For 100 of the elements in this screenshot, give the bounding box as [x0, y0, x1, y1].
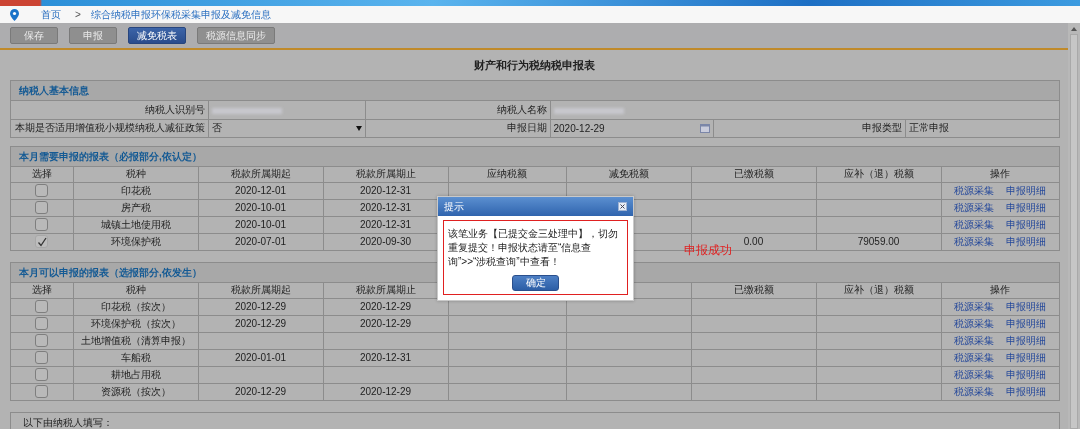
table-link[interactable]: 申报明细 — [1006, 218, 1047, 230]
table-cell: 2020-12-31 — [359, 185, 412, 196]
section-title: 纳税人基本信息 — [19, 83, 89, 98]
status-message: 申报成功 — [684, 242, 732, 259]
table-cell: 2020-10-01 — [234, 219, 287, 230]
table-cell: 印花税（按次） — [100, 300, 171, 312]
table-cell: 城镇土地使用税 — [100, 218, 171, 230]
section-title: 本月需要申报的报表（必报部分,依认定） — [19, 149, 202, 164]
table-link[interactable]: 申报明细 — [1006, 351, 1047, 363]
table-cell: 2020-12-29 — [234, 386, 287, 398]
close-icon[interactable] — [618, 202, 627, 211]
column-header: 税种 — [125, 168, 146, 180]
checkbox[interactable] — [35, 300, 49, 313]
checkbox[interactable] — [35, 317, 49, 330]
dialog-message: 该笔业务【已提交金三处理中】，切勿重复提交！申报状态请至“信息查询”>>“涉税查询”中查看！ — [448, 227, 619, 269]
checkbox[interactable] — [35, 385, 49, 399]
table-link[interactable]: 税源采集 — [954, 218, 995, 230]
toolbar-button[interactable]: 减免税表 — [128, 27, 186, 44]
checkbox[interactable] — [35, 184, 49, 197]
scroll-up-icon[interactable] — [1071, 27, 1077, 31]
table-link[interactable]: 税源采集 — [954, 235, 995, 247]
column-header: 税款所属期止 — [355, 284, 416, 296]
table-link[interactable]: 税源采集 — [954, 334, 995, 346]
column-header: 税款所属期止 — [355, 168, 416, 180]
section-title: 本月可以申报的报表（选报部分,依发生） — [19, 265, 202, 280]
table-link[interactable]: 税源采集 — [954, 184, 995, 196]
table-cell: 2020-12-29 — [234, 318, 287, 329]
table-cell: 2020-12-31 — [359, 202, 412, 213]
table-cell: 耕地占用税 — [110, 368, 161, 380]
table-cell: 2020-12-29 — [234, 301, 287, 312]
column-header: 已缴税额 — [733, 168, 774, 180]
table-link[interactable]: 税源采集 — [954, 385, 995, 397]
checkbox[interactable] — [35, 218, 49, 231]
table-cell: 车船税 — [120, 351, 151, 363]
breadcrumb-link[interactable]: 首页 — [41, 7, 61, 22]
table-link[interactable]: 申报明细 — [1006, 334, 1047, 346]
column-header: 税款所属期起 — [230, 168, 291, 180]
checkbox[interactable] — [35, 235, 49, 249]
column-header: 应纳税额 — [487, 168, 527, 180]
table-cell: 2020-12-31 — [359, 219, 412, 230]
field-label: 纳税人名称 — [496, 103, 547, 115]
caret-icon — [355, 125, 362, 131]
checkbox[interactable] — [35, 351, 49, 364]
breadcrumb-link[interactable]: 综合纳税申报环保税采集申报及减免信息 — [90, 7, 271, 22]
table-cell: 2020-09-30 — [359, 236, 412, 248]
table-link[interactable]: 税源采集 — [954, 317, 995, 329]
table-cell: 2020-12-31 — [359, 352, 412, 363]
table-cell: 环境保护税 — [110, 235, 161, 247]
table-link[interactable]: 税源采集 — [954, 201, 995, 213]
column-header: 减免税额 — [608, 168, 649, 180]
note-text: 以下由纳税人填写： — [23, 417, 113, 428]
column-header: 选择 — [31, 284, 52, 296]
checkbox[interactable] — [35, 368, 49, 381]
checkbox[interactable] — [35, 201, 49, 214]
blurred-value — [211, 107, 282, 114]
table-link[interactable]: 申报明细 — [1006, 300, 1047, 312]
calendar-icon — [699, 123, 710, 133]
table-cell: 印花税 — [120, 184, 151, 196]
breadcrumb-separator: > — [75, 9, 81, 20]
confirm-button[interactable]: 确定 — [512, 275, 559, 291]
table-link[interactable]: 申报明细 — [1006, 368, 1047, 380]
table-link[interactable]: 申报明细 — [1006, 385, 1047, 397]
table-cell: 2020-12-01 — [234, 185, 287, 196]
table-cell: 79059.00 — [857, 236, 900, 248]
table-cell: 房产税 — [120, 201, 151, 213]
scrollbar[interactable] — [1068, 23, 1080, 429]
table-cell: 0.00 — [743, 236, 764, 248]
table-cell: 2020-07-01 — [234, 236, 287, 248]
table-link[interactable]: 税源采集 — [954, 300, 995, 312]
field-label: 申报类型 — [861, 122, 902, 134]
table-cell: 环境保护税（按次） — [90, 317, 181, 329]
form-title: 财产和行为税纳税申报表 — [473, 57, 595, 73]
table-link[interactable]: 申报明细 — [1006, 317, 1047, 329]
table-cell: 2020-12-29 — [359, 318, 412, 329]
checkbox[interactable] — [35, 334, 49, 347]
field-label: 申报日期 — [506, 122, 547, 134]
table-link[interactable]: 申报明细 — [1006, 201, 1047, 213]
column-header: 已缴税额 — [733, 284, 774, 296]
column-header: 税款所属期起 — [230, 284, 291, 296]
table-link[interactable]: 申报明细 — [1006, 235, 1047, 247]
table-cell: 土地增值税（清算申报） — [80, 334, 191, 346]
column-header: 选择 — [31, 168, 52, 180]
table-cell: 资源税（按次） — [100, 385, 171, 397]
table-cell: 2020-10-01 — [234, 202, 287, 213]
dialog-title: 提示 — [444, 199, 464, 214]
field-label: 本期是否适用增值税小规模纳税人减征政策 — [14, 122, 205, 134]
column-header: 税种 — [125, 284, 146, 296]
column-header: 应补（退）税额 — [843, 284, 914, 296]
column-header: 操作 — [990, 284, 1011, 296]
table-cell: 2020-01-01 — [234, 352, 287, 363]
field-label: 纳税人识别号 — [144, 103, 205, 115]
table-link[interactable]: 税源采集 — [954, 368, 995, 380]
blurred-value — [553, 107, 624, 114]
table-cell: 2020-12-29 — [359, 386, 412, 398]
table-link[interactable]: 申报明细 — [1006, 184, 1047, 196]
column-header: 操作 — [990, 168, 1011, 180]
field-value: 正常申报 — [908, 122, 949, 134]
table-link[interactable]: 税源采集 — [954, 351, 995, 363]
table-cell: 2020-12-29 — [359, 301, 412, 312]
column-header: 应补（退）税额 — [843, 168, 914, 180]
